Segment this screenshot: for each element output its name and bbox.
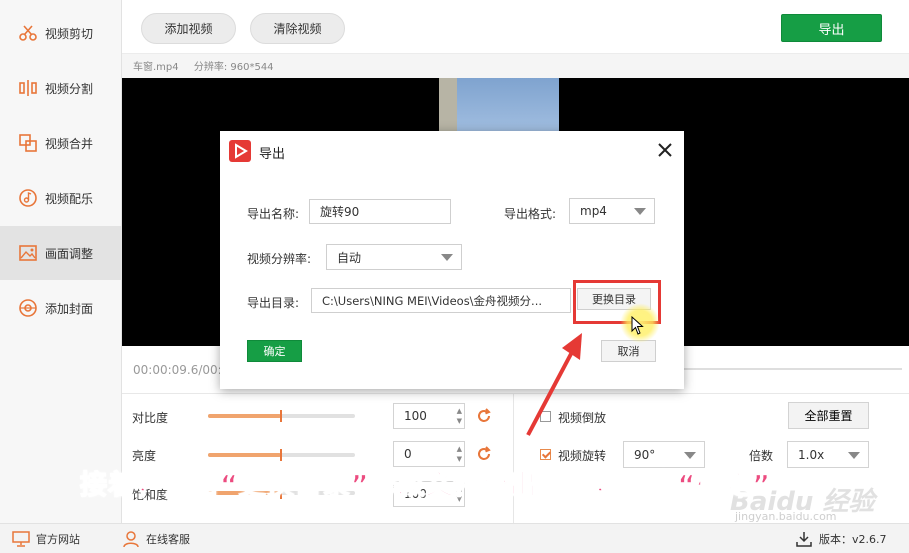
export-name-label: 导出名称: — [247, 207, 300, 221]
refresh-icon[interactable] — [476, 446, 492, 462]
official-website-link[interactable]: 官方网站 — [12, 531, 80, 547]
export-dialog: 导出 导出名称: 旋转90 导出格式: mp4 视频分辨率: 自动 导出目录: … — [220, 131, 684, 389]
service-label: 在线客服 — [146, 533, 190, 546]
tutorial-caption: 接着，点击“更换目录”修改文件导出目录，点击“确定” — [79, 469, 771, 501]
refresh-icon[interactable] — [476, 408, 492, 424]
app-logo-icon — [229, 140, 251, 162]
brightness-label: 亮度 — [132, 449, 157, 463]
cover-icon — [19, 299, 37, 317]
export-format-label: 导出格式: — [504, 207, 557, 221]
image-icon — [19, 245, 37, 261]
close-icon[interactable] — [656, 141, 674, 159]
sidebar: 视频剪切 视频分割 视频合并 视频配乐 画面调整 添加封面 — [0, 0, 122, 523]
contrast-label: 对比度 — [132, 411, 169, 425]
resolution-label: 视频分辨率: — [247, 252, 312, 266]
chevron-down-icon — [684, 452, 696, 459]
watermark-url: jingyan.baidu.com — [735, 510, 837, 523]
speed-value: 1.0x — [798, 447, 825, 462]
sidebar-item-split[interactable]: 视频分割 — [0, 61, 121, 115]
resolution-value: 自动 — [337, 250, 362, 265]
sidebar-item-label: 视频合并 — [45, 136, 94, 151]
add-video-button[interactable]: 添加视频 — [141, 13, 236, 44]
spinner-icon[interactable]: ▲ ▼ — [457, 406, 462, 426]
rotate-checkbox[interactable] — [540, 449, 551, 460]
export-dir-input[interactable]: C:\Users\NING MEI\Videos\金舟视频分... — [311, 288, 571, 313]
sidebar-item-label: 视频分割 — [45, 81, 94, 96]
reset-all-button[interactable]: 全部重置 — [788, 402, 869, 429]
export-button[interactable]: 导出 — [781, 14, 882, 42]
rotate-value: 90° — [634, 447, 656, 462]
timeline-track[interactable] — [682, 368, 902, 370]
format-value: mp4 — [580, 204, 607, 218]
sidebar-item-music[interactable]: 视频配乐 — [0, 171, 121, 225]
version-info[interactable]: 版本：v2.6.7 — [795, 531, 887, 547]
sidebar-item-label: 视频配乐 — [45, 191, 94, 206]
file-resolution: 分辨率: 960*544 — [193, 62, 274, 73]
contrast-slider[interactable] — [208, 410, 355, 422]
brightness-value: 0 — [404, 447, 412, 461]
cursor-icon — [631, 316, 644, 335]
top-toolbar: 添加视频 清除视频 导出 — [122, 0, 909, 54]
online-service-link[interactable]: 在线客服 — [122, 531, 190, 547]
sidebar-item-adjust[interactable]: 画面调整 — [0, 226, 121, 280]
chevron-down-icon — [634, 208, 646, 215]
file-name: 车窗.mp4 — [133, 62, 179, 73]
arrow-icon — [526, 333, 582, 436]
confirm-button[interactable]: 确定 — [247, 340, 302, 362]
contrast-value: 100 — [404, 409, 427, 423]
cancel-button[interactable]: 取消 — [601, 340, 656, 362]
sidebar-item-label: 视频剪切 — [45, 26, 94, 41]
download-icon — [796, 532, 812, 547]
dialog-title: 导出 — [259, 147, 286, 162]
user-icon — [123, 531, 139, 547]
scissors-icon — [19, 25, 37, 41]
sidebar-item-cut[interactable]: 视频剪切 — [0, 6, 121, 60]
speed-label: 倍数 — [749, 449, 774, 463]
contrast-input[interactable]: 100 ▲ ▼ — [393, 403, 465, 429]
spinner-icon[interactable]: ▲ ▼ — [457, 444, 462, 464]
playback-time: 00:00:09.6/00: — [133, 363, 222, 377]
sidebar-item-cover[interactable]: 添加封面 — [0, 281, 121, 335]
speed-select[interactable]: 1.0x — [787, 441, 869, 468]
monitor-icon — [12, 531, 30, 547]
music-icon — [19, 189, 37, 207]
resolution-select[interactable]: 自动 — [326, 244, 462, 270]
merge-icon — [19, 134, 37, 152]
export-dir-label: 导出目录: — [247, 296, 300, 310]
status-bar: 官方网站 在线客服 版本：v2.6.7 — [0, 523, 909, 553]
rotate-label: 视频旋转 — [558, 449, 607, 463]
website-label: 官方网站 — [36, 533, 80, 546]
sidebar-item-label: 添加封面 — [45, 301, 94, 316]
clear-video-button[interactable]: 清除视频 — [250, 13, 345, 44]
sidebar-item-label: 画面调整 — [45, 246, 94, 261]
sidebar-item-merge[interactable]: 视频合并 — [0, 116, 121, 170]
version-label: 版本：v2.6.7 — [819, 533, 887, 546]
split-icon — [19, 80, 37, 96]
file-info: 车窗.mp4 分辨率: 960*544 — [133, 58, 286, 73]
export-name-input[interactable]: 旋转90 — [309, 199, 451, 224]
chevron-down-icon — [441, 254, 453, 261]
brightness-slider[interactable] — [208, 449, 355, 461]
chevron-down-icon — [848, 452, 860, 459]
export-format-select[interactable]: mp4 — [569, 198, 655, 224]
